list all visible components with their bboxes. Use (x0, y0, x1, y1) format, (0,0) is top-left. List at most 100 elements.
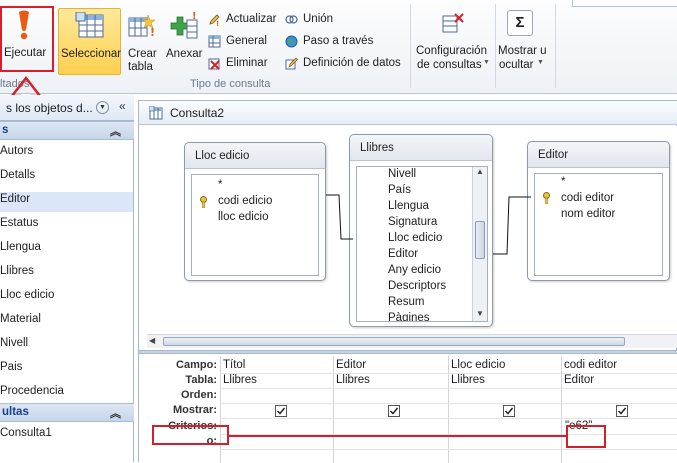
chevron-down-icon: ▼ (537, 59, 544, 66)
union-icon (285, 15, 298, 24)
chevron-down-icon[interactable]: ▼ (96, 101, 109, 114)
select-query-icon (75, 12, 104, 38)
design-area-scrollbar[interactable]: ◀ (147, 334, 677, 348)
checkmark-icon (617, 407, 627, 415)
nav-table-item[interactable]: Material (0, 312, 133, 332)
criteria-value-highlight (566, 425, 606, 448)
sigma-glyph: Σ (515, 14, 525, 31)
totals-icon: Σ (507, 10, 533, 36)
scroll-left-icon[interactable]: ◀ (149, 336, 155, 345)
show-hide-label-1: Mostrar u (498, 45, 547, 57)
ribbon-separator (410, 4, 411, 88)
show-checkbox[interactable] (388, 405, 400, 417)
chevron-up-icon: ︽ (110, 126, 121, 138)
data-definition-icon (285, 57, 298, 70)
data-definition-button[interactable]: Definición de datos (284, 56, 409, 72)
nav-header[interactable]: s los objetos d... ▼ « (0, 95, 134, 121)
checkmark-icon (389, 407, 399, 415)
grid-row-label: Tabla: (185, 374, 217, 386)
show-hide-button[interactable]: Σ Mostrar u ocultar ▼ (497, 8, 552, 78)
delete-label: Eliminar (226, 57, 268, 69)
show-checkbox[interactable] (503, 405, 515, 417)
query-setup-button[interactable]: Configuración de consultas ▼ (413, 8, 493, 78)
annotation-connector-line (229, 435, 568, 437)
nav-table-item[interactable]: Lloc edicio (0, 288, 133, 308)
nav-group-tables[interactable]: s ︽ (0, 121, 134, 140)
union-button[interactable]: Unión (284, 12, 359, 28)
globe-icon (285, 35, 298, 48)
grid-cell-campo[interactable]: codi editor (564, 359, 617, 371)
crosstab-icon (208, 35, 221, 48)
show-checkbox[interactable] (275, 405, 287, 417)
checkmark-icon (504, 407, 514, 415)
collapse-pane-icon[interactable]: « (119, 99, 126, 113)
select-query-button[interactable]: Seleccionar (58, 8, 121, 75)
query-design-window: Consulta2 Lloc edicio * codi edicio lloc… (138, 100, 677, 463)
query-setup-icon (442, 13, 464, 33)
grid-row-line (220, 373, 677, 374)
nav-table-item[interactable]: Nivell (0, 336, 133, 356)
svg-text:!: ! (150, 26, 155, 39)
show-checkbox[interactable] (616, 405, 628, 417)
grid-row-label: Mostrar: (172, 404, 217, 416)
grid-cell-tabla[interactable]: Llibres (451, 374, 485, 386)
grid-cell-tabla[interactable]: Editor (564, 374, 594, 386)
ribbon-separator (495, 4, 496, 88)
criteria-label-highlight (152, 425, 229, 445)
join-line (326, 194, 353, 240)
grid-row-label: Orden: (180, 389, 217, 401)
grid-row-line (220, 388, 677, 389)
make-table-label-2: tabla (128, 61, 153, 73)
nav-table-item[interactable]: Autors (0, 144, 133, 164)
general-button[interactable]: General (207, 34, 282, 50)
data-definition-label: Definición de datos (303, 57, 401, 69)
append-label: Anexar (166, 48, 203, 60)
query-type-group-label: Tipo de consulta (190, 78, 271, 90)
make-table-label-1: Crear (128, 48, 157, 60)
delete-button[interactable]: Eliminar (207, 56, 282, 72)
nav-group-tables-label: s (2, 124, 9, 136)
append-icon: ! (170, 12, 198, 39)
ribbon: Ejecutar Seleccionar ! Crear tabla ! Ane… (0, 0, 677, 94)
nav-header-label: s los objetos d... (6, 101, 93, 115)
query-setup-label-1: Configuración (416, 45, 487, 57)
navigation-pane: s los objetos d... ▼ « s ︽ Autors Detalls… (0, 95, 134, 462)
general-label: General (226, 35, 267, 47)
grid-cell-campo[interactable]: Lloc edicio (451, 359, 505, 371)
update-button[interactable]: ! Actualizar (207, 12, 282, 28)
make-table-icon: ! (128, 14, 156, 39)
grid-cell-campo[interactable]: Editor (336, 359, 366, 371)
grid-cell-campo[interactable]: Títol (223, 359, 245, 371)
nav-table-item[interactable]: Estatus (0, 216, 133, 236)
nav-table-item[interactable]: Llengua (0, 240, 133, 260)
grid-row-line (220, 403, 677, 404)
passthrough-button[interactable]: Paso a través (284, 34, 384, 50)
append-button[interactable]: ! Anexar (164, 8, 204, 76)
grid-cell-tabla[interactable]: Llibres (223, 374, 257, 386)
show-hide-label-2: ocultar (499, 59, 534, 71)
query-setup-label-2: de consultas (417, 59, 482, 71)
nav-table-item[interactable]: Editor (0, 192, 133, 212)
select-query-label: Seleccionar (61, 48, 122, 60)
nav-query-item[interactable]: Consulta1 (0, 427, 52, 439)
grid-row-label: Campo: (176, 359, 217, 371)
join-line (493, 196, 531, 255)
chevron-down-icon: ▼ (483, 59, 490, 66)
nav-table-item[interactable]: Pais (0, 360, 133, 380)
nav-group-queries[interactable]: ultas ︽ (0, 403, 134, 422)
grid-cell-tabla[interactable]: Llibres (336, 374, 370, 386)
nav-table-item[interactable]: Detalls (0, 168, 133, 188)
checkmark-icon (276, 407, 286, 415)
ribbon-top-strip (572, 0, 677, 7)
nav-table-item[interactable]: Llibres (0, 264, 133, 284)
svg-text:!: ! (192, 12, 197, 22)
svg-text:!: ! (216, 20, 219, 26)
delete-query-icon (208, 58, 220, 70)
chevron-up-icon: ︽ (110, 408, 121, 420)
nav-table-item[interactable]: Procedencia (0, 384, 133, 404)
join-lines (326, 194, 531, 255)
scroll-thumb[interactable] (163, 337, 625, 346)
make-table-button[interactable]: ! Crear tabla (124, 8, 162, 76)
union-label: Unión (303, 13, 334, 25)
pencil-icon: ! (209, 14, 220, 26)
